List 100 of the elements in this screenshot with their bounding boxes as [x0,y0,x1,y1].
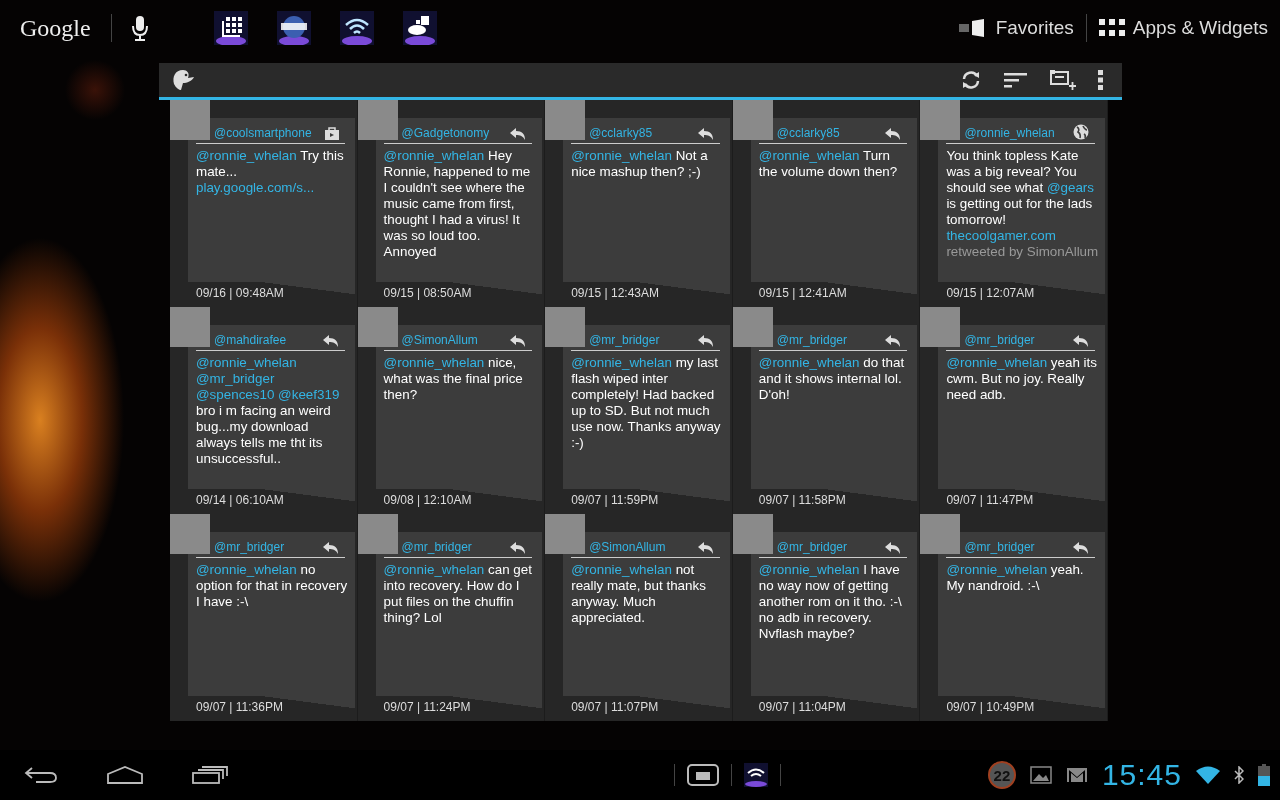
reply-icon[interactable] [510,335,527,347]
image-icon[interactable] [1029,766,1052,784]
tweet-handle[interactable]: @Gadgetonomy [401,126,490,140]
tweet-card[interactable]: @mr_bridger @ronnie_whelan my last flash wiped inter completely! Had backed up to SD. But not much use now. Thanks anyway :-) 09/07 | 11:59PM [563,325,730,511]
tweet-timestamp: 09/07 | 11:47PM [946,493,1034,507]
grid-icon [1098,19,1125,37]
refresh-icon[interactable] [960,69,982,91]
tweet-text: @ronnie_whelan Hey Ronnie, happened to me I couldn't see where the music came from first, thought I had a virus! It was so loud too. Annoyed [382,147,532,261]
home-icon[interactable] [106,766,144,784]
tweet-handle[interactable]: @SimonAllum [589,540,666,554]
tweet-card[interactable]: @mr_bridger @ronnie_whelan no option for that in recovery I have :-\ 09/07 | 11:36PM [188,532,355,718]
screen-icon[interactable] [687,764,720,786]
tweet-card[interactable]: @mr_bridger @ronnie_whelan can get into recovery. How do I put files on the chuffin thing? Lol 09/07 | 11:24PM [375,532,543,718]
tweet-text: @ronnie_whelan Not a nice mashup then? ;-) [570,147,709,181]
tweet-handle[interactable]: @mr_bridger [214,540,285,554]
reply-icon[interactable] [697,335,714,347]
reply-icon[interactable] [885,335,902,347]
apps-widgets-button[interactable]: Apps & Widgets [1098,17,1268,39]
favorites-button[interactable]: Favorites [957,17,1074,39]
tweet-text: @ronnie_whelan yeah. My nandroid. :-\ [945,561,1085,595]
tweet-card[interactable]: @coolsmartphone @ronnie_whelan Try this mate... play.google.com/s... 09/16 | 09:48AM [188,118,355,304]
reply-icon[interactable] [322,335,339,347]
tweet-text: @ronnie_whelan Turn the volume down then? [757,147,899,181]
bird-icon[interactable] [171,69,195,91]
avatar-image[interactable] [357,307,398,347]
tweet-card[interactable]: @SimonAllum @ronnie_whelan nice, what was the final price then? 09/08 | 12:10AM [375,325,543,511]
recent-apps-icon[interactable] [192,766,228,784]
mail-icon[interactable] [1065,767,1088,783]
tweet-handle[interactable]: @mr_bridger [401,540,472,554]
tweet-handle[interactable]: @mahdirafee [214,333,287,347]
reply-icon[interactable] [885,542,902,554]
tweet-card[interactable]: @cclarky85 @ronnie_whelan Turn the volume down then? 09/15 | 12:41AM [750,118,918,304]
tweet-card[interactable]: @cclarky85 @ronnie_whelan Not a nice mashup then? ;-) 09/15 | 12:43AM [563,118,730,304]
tweet-timestamp: 09/07 | 11:04PM [758,700,846,714]
reply-icon[interactable] [510,542,527,554]
avatar-image[interactable] [545,307,586,347]
tweet-card[interactable]: @mr_bridger @ronnie_whelan do that and it shows internal lol. D'oh! 09/07 | 11:58PM [750,325,918,511]
tweet-card[interactable]: @mahdirafee @ronnie_whelan @mr_bridger @spences10 @keef319 bro i m facing an weird bug...my download always tells me tht its unsuccessful.. 09/14 | 06:10AM [188,325,355,511]
avatar-image[interactable] [920,100,961,140]
tweet-card[interactable]: @SimonAllum @ronnie_whelan not really mate, but thanks anyway. Much appreciated. 09/07 | 11:07PM [563,532,730,718]
avatar-image[interactable] [357,100,398,140]
avatar-image[interactable] [545,100,586,140]
tweet-timestamp: 09/15 | 12:43AM [571,286,660,300]
reply-icon[interactable] [1073,542,1089,554]
tweet-handle[interactable]: @mr_bridger [776,540,847,554]
tweet-handle[interactable]: @mr_bridger [964,540,1035,554]
tweet-handle[interactable]: @cclarky85 [776,126,840,140]
tweet-text: @ronnie_whelan do that and it shows internal lol. D'oh! [757,354,906,404]
tweet-timestamp: 09/16 | 09:48AM [196,286,284,300]
tweet-timestamp: 09/15 | 08:50AM [383,286,472,300]
globe-app-icon[interactable] [276,11,311,45]
clock: 15:45 [1101,758,1182,792]
avatar-image[interactable] [732,307,773,347]
tweet-handle[interactable]: @mr_bridger [776,333,847,347]
chat-app-icon[interactable] [402,11,437,45]
tweet-handle[interactable]: @cclarky85 [589,126,653,140]
avatar-image[interactable] [732,100,773,140]
sort-icon[interactable] [1004,72,1028,88]
reply-icon[interactable] [1073,335,1089,347]
tweet-timestamp: 09/07 | 11:24PM [383,700,471,714]
tweet-handle[interactable]: @ronnie_whelan [964,126,1055,140]
tweet-handle[interactable]: @coolsmartphone [214,126,312,140]
reply-icon[interactable] [885,128,902,140]
tweet-text: @ronnie_whelan I have no way now of getting another rom on it tho. :-\ no adb in recovery. Nvflash maybe? [757,561,903,643]
google-search-label[interactable]: Google [20,14,91,42]
add-column-icon[interactable] [1050,69,1076,91]
reply-icon[interactable] [510,128,527,140]
overflow-menu-icon[interactable] [1098,70,1104,90]
tweet-text: @ronnie_whelan @mr_bridger @spences10 @keef319 bro i m facing an weird bug...my download always tells me tht its unsuccessful.. [195,354,341,468]
tweet-card[interactable]: @ronnie_whelan You think topless Kate was a big reveal? You should see what @gears is getting out for the lads tomorrow! thecoolgamer.com retweeted by SimonAllum 09/15 | 12:07AM [938,118,1105,304]
reply-icon[interactable] [322,542,339,554]
tweet-text: @ronnie_whelan yeah its cwm. But no joy. Really need adb. [945,354,1098,404]
avatar-image[interactable] [545,514,586,554]
tweet-card[interactable]: @mr_bridger @ronnie_whelan yeah its cwm. But no joy. Really need adb. 09/07 | 11:47PM [938,325,1105,511]
tweet-handle[interactable]: @mr_bridger [964,333,1035,347]
tweet-card[interactable]: @Gadgetonomy @ronnie_whelan Hey Ronnie, happened to me I couldn't see where the music came from first, thought I had a virus! It was so loud too. Annoyed 09/15 | 08:50AM [375,118,543,304]
avatar-image[interactable] [357,514,398,554]
tweet-timestamp: 09/07 | 11:58PM [758,493,846,507]
back-icon[interactable] [24,766,58,784]
tweet-handle[interactable]: @mr_bridger [589,333,660,347]
avatar-image[interactable] [732,514,773,554]
tweet-text: @ronnie_whelan not really mate, but thanks anyway. Much appreciated. [570,561,707,627]
grid-app-icon[interactable] [213,11,248,45]
tweet-timestamp: 09/07 | 11:07PM [571,700,659,714]
shopping-bag-icon[interactable] [324,126,339,140]
avatar-image[interactable] [920,307,961,347]
tweet-timestamp: 09/07 | 11:59PM [571,493,659,507]
tweet-card[interactable]: @mr_bridger @ronnie_whelan yeah. My nandroid. :-\ 09/07 | 10:49PM [938,532,1105,718]
tweet-card[interactable]: @mr_bridger @ronnie_whelan I have no way now of getting another rom on it tho. :-\ no adb in recovery. Nvflash maybe? 09/07 | 11:04PM [750,532,918,718]
tweet-handle[interactable]: @SimonAllum [401,333,478,347]
battery-icon [1258,764,1270,786]
globe-icon[interactable] [1073,124,1089,140]
microphone-icon[interactable] [131,15,148,41]
tweet-timestamp: 09/07 | 11:36PM [196,700,283,714]
reply-icon[interactable] [697,542,714,554]
wifi-app-icon[interactable] [339,11,374,45]
tweet-timestamp: 09/15 | 12:07AM [946,286,1035,300]
reply-icon[interactable] [697,128,714,140]
avatar-image[interactable] [920,514,961,554]
wifi-app-icon[interactable] [744,763,769,787]
